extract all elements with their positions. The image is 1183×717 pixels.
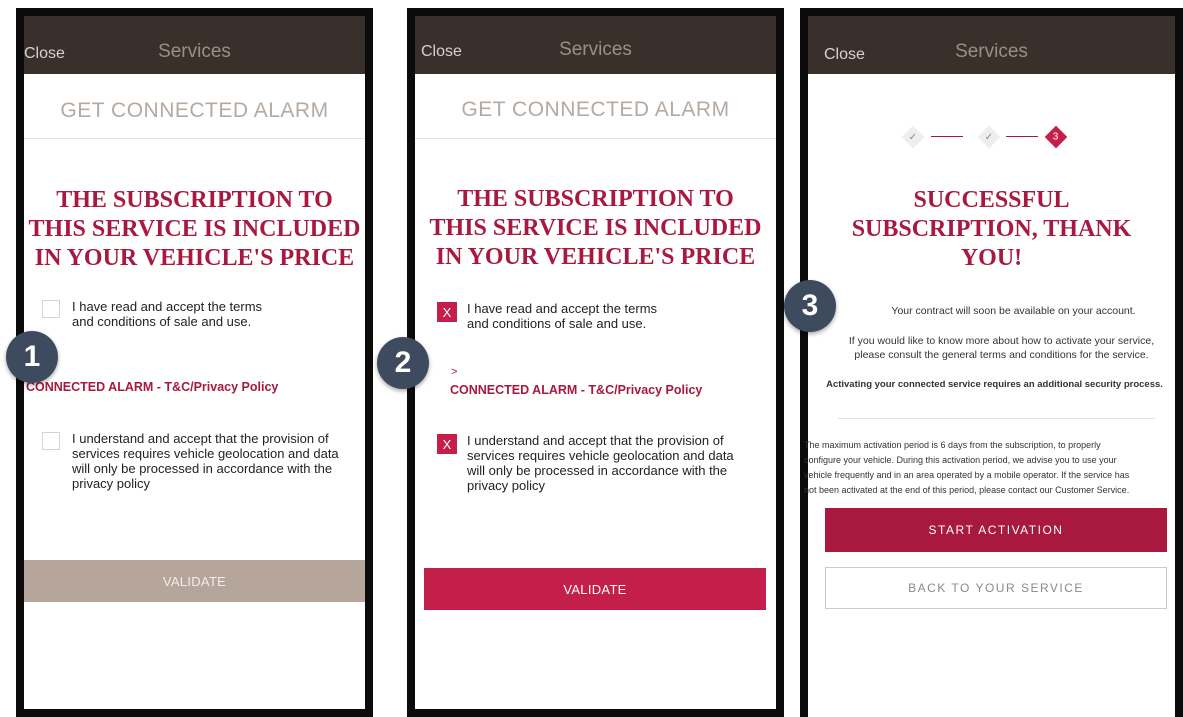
progress-stepper: ✓ ✓ 3 [808,124,1175,154]
service-title: GET CONNECTED ALARM [461,98,730,121]
terms-checkbox[interactable] [42,300,60,318]
activation-details: The maximum activation period is 6 days … [804,440,1130,495]
terms-checkbox-checked[interactable]: X [437,302,457,322]
terms-label: I have read and accept the terms and con… [467,301,658,331]
terms-label: I have read and accept the terms and con… [72,299,263,329]
validate-button-disabled[interactable]: VALIDATE [24,560,365,602]
subheader: GET CONNECTED ALARM [24,74,365,139]
screen [808,16,1175,717]
privacy-checkbox-row[interactable]: X I understand and accept that the provi… [437,433,734,493]
step-connector [1006,136,1038,137]
privacy-checkbox[interactable] [42,432,60,450]
step-connector [931,136,963,137]
link-arrow: > [451,366,458,378]
topbar-title: Services [955,41,1028,62]
terms-checkbox-row[interactable]: X I have read and accept the terms and c… [437,301,657,331]
top-bar: Close Services [808,16,1175,74]
success-headline: SUCCESSFUL SUBSCRIPTION, THANK YOU! [851,187,1132,271]
step-badge-3: 3 [784,280,836,332]
phone-panel-1: Close Services GET CONNECTED ALARM THE S… [16,8,373,717]
back-to-service-button[interactable]: BACK TO YOUR SERVICE [825,567,1167,609]
headline: THE SUBSCRIPTION TO THIS SERVICE IS INCL… [28,187,361,271]
divider [838,418,1155,419]
step-badge-2: 2 [377,337,429,389]
start-activation-button[interactable]: START ACTIVATION [825,508,1167,552]
step-2-done-icon: ✓ [977,125,1001,149]
step-3-current-icon: 3 [1044,125,1068,149]
terms-checkbox-row[interactable]: I have read and accept the terms and con… [42,299,262,329]
subheader: GET CONNECTED ALARM [415,74,776,139]
privacy-label: I understand and accept that the provisi… [72,431,339,491]
security-note: Activating your connected service requir… [826,379,1163,390]
headline: THE SUBSCRIPTION TO THIS SERVICE IS INCL… [429,186,762,270]
privacy-checkbox-row[interactable]: I understand and accept that the provisi… [42,431,339,491]
step-1-done-icon: ✓ [901,125,925,149]
activation-info: If you would like to know more about how… [848,335,1155,361]
topbar-title: Services [559,39,632,60]
privacy-checkbox-checked[interactable]: X [437,434,457,454]
phone-panel-2: Close Services GET CONNECTED ALARM THE S… [407,8,784,717]
top-bar: Close Services [24,16,365,74]
privacy-policy-link[interactable]: CONNECTED ALARM - T&C/Privacy Policy [26,380,278,394]
top-bar: Close Services [415,16,776,74]
service-title: GET CONNECTED ALARM [60,99,329,122]
topbar-title: Services [158,41,231,62]
privacy-policy-link[interactable]: CONNECTED ALARM - T&C/Privacy Policy [450,383,702,397]
step-badge-1: 1 [6,331,58,383]
phone-panel-3: Close Services ✓ ✓ 3 SUCCESSFUL SUBSCRIP… [800,8,1183,717]
contract-text: Your contract will soon be available on … [891,305,1136,317]
validate-button[interactable]: VALIDATE [424,568,766,610]
privacy-label: I understand and accept that the provisi… [467,433,734,493]
